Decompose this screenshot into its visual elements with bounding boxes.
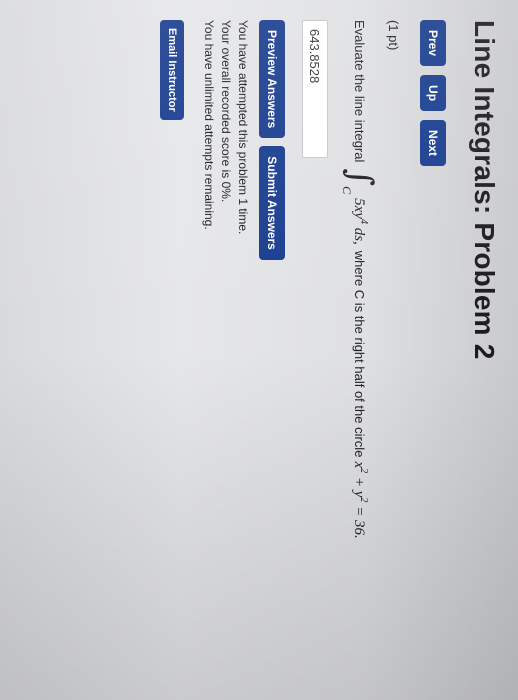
problem-points: (1 pt)	[386, 20, 401, 51]
next-button[interactable]: Next	[420, 120, 446, 167]
problem-statement: Evaluate the line integral ∫ C 5xy4 ds, …	[340, 20, 380, 539]
integrand: 5xy4 ds,	[351, 198, 370, 245]
status-attempts: You have attempted this problem 1 time.	[236, 20, 250, 235]
up-button[interactable]: Up	[420, 75, 446, 112]
prev-button[interactable]: Prev	[420, 20, 446, 67]
status-remaining: You have unlimited attempts remaining.	[202, 20, 216, 230]
integral-subscript: C	[340, 186, 354, 195]
problem-prompt: Evaluate the line integral	[352, 20, 368, 163]
answer-actions: Preview Answers Submit Answers	[259, 20, 285, 260]
problem-page: Line Integrals: Problem 2 Prev Up Next (…	[0, 0, 518, 700]
email-instructor-button[interactable]: Email Instructor	[160, 20, 184, 120]
integrand-base: 5xy	[351, 198, 368, 219]
submit-answers-button[interactable]: Submit Answers	[259, 146, 285, 260]
page-title: Line Integrals: Problem 2	[469, 20, 500, 360]
preview-answers-button[interactable]: Preview Answers	[259, 20, 285, 139]
problem-nav: Prev Up Next	[420, 20, 446, 167]
circle-rhs: = 36.	[351, 502, 368, 539]
integral-sign-icon: ∫	[340, 168, 380, 187]
attempt-status: You have attempted this problem 1 time. …	[200, 20, 251, 234]
circle-plus: +	[351, 473, 368, 491]
photo-frame: Line Integrals: Problem 2 Prev Up Next (…	[0, 0, 518, 700]
problem-condition: where C is the right half of the circle	[352, 250, 368, 458]
email-section: Email Instructor	[160, 20, 184, 120]
status-score: Your overall recorded score is 0%.	[219, 20, 233, 203]
integrand-differential: ds,	[351, 223, 368, 245]
answer-input[interactable]: 643.8528	[302, 20, 328, 158]
integral-symbol: ∫ C	[340, 168, 380, 194]
circle-equation: x2 + y2 = 36.	[351, 461, 370, 538]
